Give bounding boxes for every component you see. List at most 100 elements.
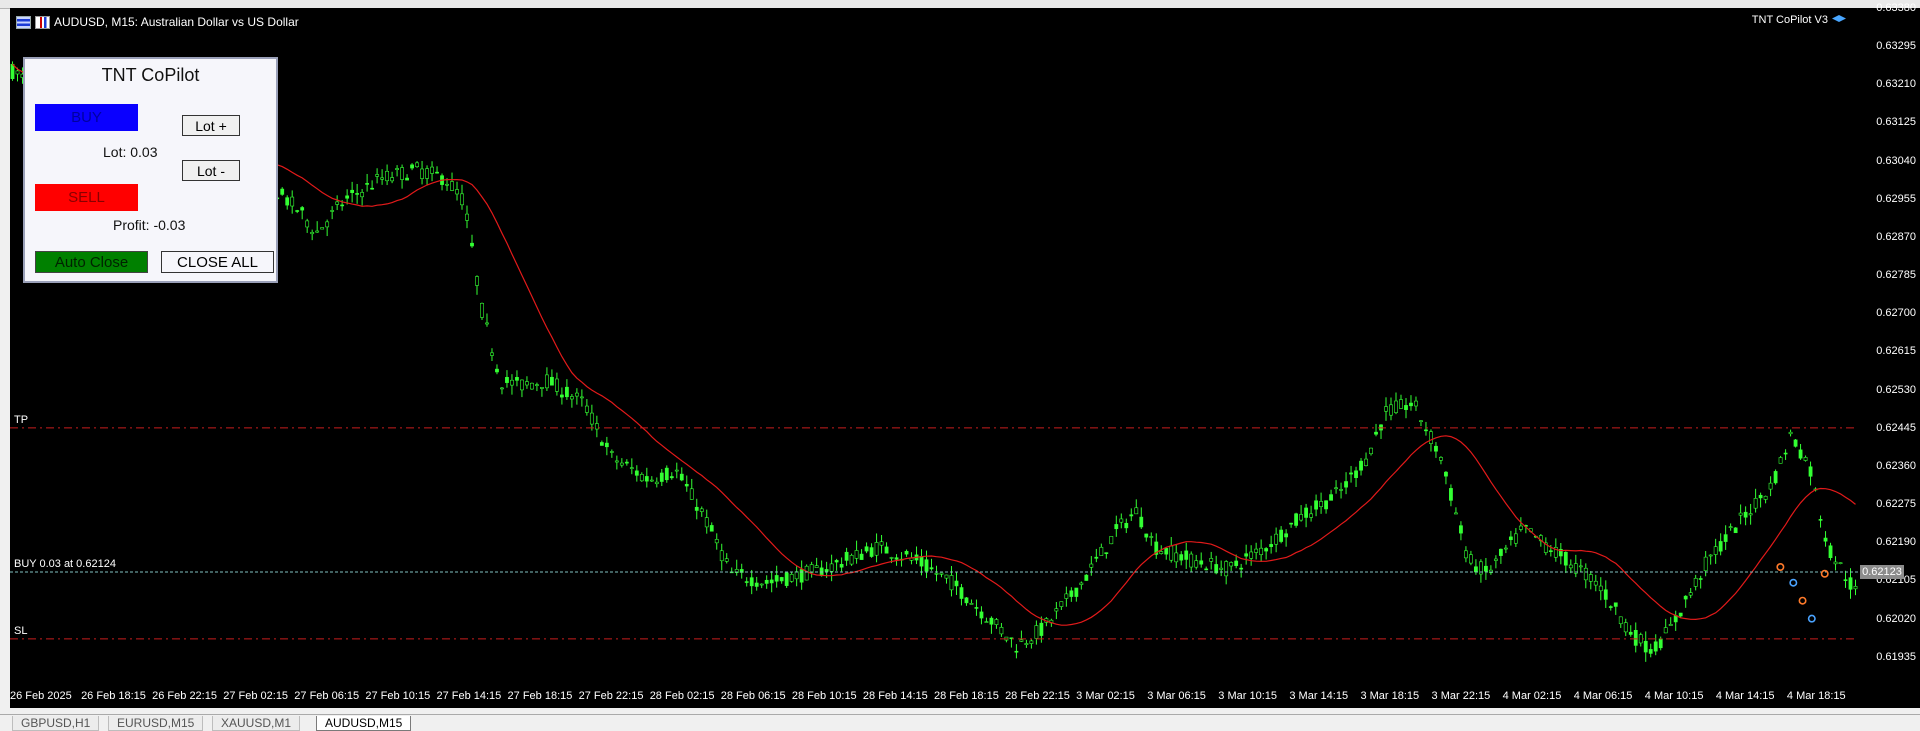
candle	[1618, 616, 1623, 625]
candle	[1748, 513, 1753, 516]
time-tick-label: 28 Feb 06:15	[720, 690, 786, 702]
candle	[1493, 558, 1498, 561]
time-scale[interactable]: 26 Feb 2025 26 Feb 18:15 26 Feb 22:15 27 Fe…	[10, 686, 1858, 708]
candle	[1084, 574, 1089, 581]
candle	[884, 546, 889, 554]
candle	[774, 575, 779, 582]
tab-eurusd[interactable]: EURUSD,M15	[108, 716, 204, 731]
candle	[1184, 550, 1189, 560]
time-tick-label: 4 Mar 10:15	[1644, 690, 1704, 702]
candle	[1449, 488, 1453, 501]
candle	[395, 168, 399, 170]
candle	[1768, 482, 1773, 490]
plot-area[interactable]	[10, 8, 1858, 686]
tab-gbpusd[interactable]: GBPUSD,H1	[12, 716, 100, 731]
price-tick-label: 0.62785	[1876, 269, 1916, 282]
candle	[550, 376, 554, 386]
candle	[385, 170, 389, 182]
candle	[1633, 630, 1638, 646]
candle	[1294, 513, 1299, 526]
candle	[1164, 548, 1169, 555]
auto-close-button[interactable]: Auto Close	[35, 251, 148, 273]
candle	[1099, 546, 1104, 556]
candle	[1833, 561, 1838, 565]
price-chart[interactable]: AUDUSD, M15: Australian Dollar vs US Dol…	[10, 8, 1914, 708]
candle	[355, 193, 360, 195]
candle	[325, 221, 330, 228]
chart-tabs: GBPUSD,H1 EURUSD,M15 XAUUSD,M1 AUDUSD,M1…	[0, 714, 1920, 731]
candle	[1414, 400, 1418, 407]
candle	[285, 197, 290, 206]
candle	[1668, 624, 1673, 626]
candle	[1109, 535, 1114, 545]
candle	[1019, 639, 1024, 642]
buy-button[interactable]: BUY	[35, 104, 138, 131]
time-tick-label: 28 Feb 10:15	[791, 690, 857, 702]
tab-audusd[interactable]: AUDUSD,M15	[316, 716, 412, 731]
time-tick-label: 26 Feb 22:15	[152, 690, 217, 702]
lot-plus-button[interactable]: Lot +	[182, 115, 240, 136]
candle	[1349, 472, 1353, 475]
tp-level-label: TP	[14, 413, 29, 426]
candle	[1334, 487, 1338, 490]
candle	[10, 63, 15, 80]
trade-marker[interactable]	[1776, 563, 1785, 572]
candle	[1658, 638, 1663, 649]
price-tick-label: 0.63295	[1876, 40, 1916, 53]
candle	[959, 587, 964, 599]
price-scale[interactable]: 0.63380 0.63295 0.63210 0.63125 0.63040 0.629…	[1858, 2, 1920, 708]
candle	[310, 231, 315, 235]
candle	[874, 542, 879, 556]
candle	[520, 379, 524, 391]
candle	[535, 384, 539, 386]
candle	[460, 193, 464, 206]
candle	[1593, 580, 1598, 586]
panel-title: TNT CoPilot	[101, 65, 200, 85]
candle	[894, 557, 899, 560]
candle	[1464, 550, 1468, 559]
price-tick-label: 0.63125	[1876, 116, 1916, 129]
candle	[1763, 495, 1768, 500]
sell-button[interactable]: SELL	[35, 184, 138, 211]
candle	[420, 168, 424, 179]
candle	[1304, 507, 1308, 518]
time-tick-label: 4 Mar 06:15	[1573, 690, 1633, 702]
lot-minus-button[interactable]: Lot -	[182, 160, 240, 181]
candle	[1319, 501, 1323, 507]
candle	[834, 560, 839, 563]
candle	[1299, 514, 1304, 521]
candle	[1254, 548, 1259, 553]
candle	[375, 174, 380, 177]
candle	[1563, 551, 1568, 566]
price-tick-label: 0.62955	[1876, 192, 1916, 205]
candle	[1354, 470, 1358, 478]
candle	[944, 574, 949, 579]
candle	[1653, 641, 1658, 652]
candle	[1034, 625, 1039, 639]
trade-marker[interactable]	[1820, 569, 1829, 578]
candle	[1174, 552, 1179, 563]
price-tick-label: 0.63040	[1876, 154, 1916, 167]
trade-marker[interactable]	[1807, 614, 1816, 623]
tab-xauusd[interactable]: XAUUSD,M1	[212, 716, 301, 731]
trade-marker[interactable]	[1798, 596, 1807, 605]
candle	[465, 213, 469, 221]
close-all-button[interactable]: CLOSE ALL	[161, 251, 274, 273]
candle	[1818, 519, 1823, 521]
candle	[415, 162, 419, 168]
price-tick-label: 0.62530	[1876, 383, 1916, 396]
candle	[305, 220, 310, 228]
candle	[1124, 522, 1129, 529]
candle	[1269, 544, 1274, 547]
candle	[999, 627, 1004, 635]
candle	[1588, 574, 1593, 582]
candle	[1339, 489, 1343, 491]
chart-type-icon[interactable]	[35, 15, 50, 29]
candle	[1054, 608, 1059, 612]
time-tick-label: 4 Mar 02:15	[1502, 690, 1562, 702]
trade-marker[interactable]	[1789, 578, 1798, 587]
menu-icon[interactable]	[16, 15, 31, 29]
time-tick-label: 26 Feb 18:15	[81, 690, 146, 702]
candle	[540, 387, 544, 389]
candle	[1693, 577, 1698, 587]
